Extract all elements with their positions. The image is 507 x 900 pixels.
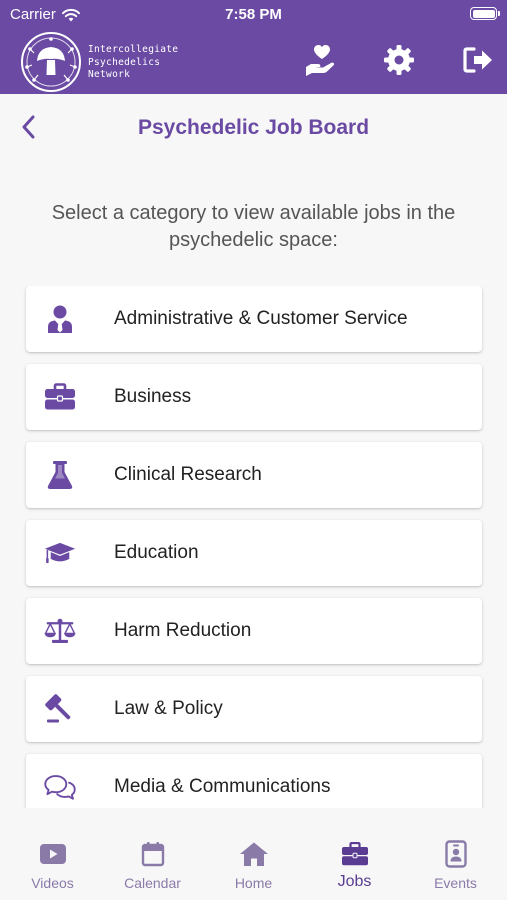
- home-icon: [203, 839, 304, 869]
- tab-bar: Videos Calendar Home Jobs Events: [0, 825, 507, 900]
- organization-line: Intercollegiate: [88, 44, 179, 55]
- category-harm-reduction[interactable]: Harm Reduction: [26, 598, 482, 664]
- tab-label: Events: [434, 875, 477, 891]
- category-label: Education: [114, 542, 199, 563]
- tab-label: Calendar: [124, 875, 181, 891]
- flask-icon: [44, 460, 76, 490]
- tab-label: Jobs: [337, 873, 372, 890]
- status-time: 7:58 PM: [225, 6, 282, 23]
- tab-home[interactable]: Home: [203, 839, 304, 891]
- page-title: Psychedelic Job Board: [137, 116, 370, 139]
- title-bar: Psychedelic Job Board: [0, 94, 507, 164]
- hand-holding-heart-icon: [306, 45, 335, 76]
- battery-icon: [470, 7, 500, 20]
- graduation-cap-icon: [44, 538, 76, 568]
- category-label: Business: [114, 386, 192, 407]
- calendar-icon: [102, 839, 203, 869]
- sign-out-icon: [463, 47, 492, 73]
- category-administrative-customer-service[interactable]: Administrative & Customer Service: [26, 286, 482, 352]
- user-tie-icon: [44, 304, 76, 334]
- app-header: Intercollegiate Psychedelics Network: [0, 30, 507, 94]
- category-label: Media & Communications: [114, 776, 331, 797]
- logout-button[interactable]: [458, 42, 498, 78]
- category-list[interactable]: Administrative & Customer Service Busine…: [0, 286, 507, 808]
- tab-videos[interactable]: Videos: [2, 839, 103, 891]
- category-label: Administrative & Customer Service: [114, 308, 408, 329]
- category-clinical-research[interactable]: Clinical Research: [26, 442, 482, 508]
- organization-line: Psychedelics: [88, 56, 161, 68]
- organization-name: Intercollegiate Psychedelics Network: [88, 44, 178, 82]
- tab-jobs[interactable]: Jobs: [304, 839, 405, 891]
- category-law-policy[interactable]: Law & Policy: [26, 676, 482, 742]
- organization-line: Network: [88, 69, 131, 80]
- category-label: Law & Policy: [114, 698, 223, 719]
- gear-icon: [384, 45, 414, 75]
- briefcase-icon: [304, 839, 405, 869]
- intro-text: Select a category to view available jobs…: [51, 202, 456, 251]
- id-badge-icon: [405, 839, 506, 869]
- briefcase-icon: [44, 382, 76, 412]
- comments-icon: [44, 772, 76, 802]
- settings-button[interactable]: [379, 42, 419, 78]
- balance-scale-icon: [44, 616, 76, 646]
- category-media-communications[interactable]: Media & Communications: [26, 754, 482, 808]
- gavel-icon: [44, 694, 76, 724]
- donate-button[interactable]: [302, 42, 342, 78]
- status-bar: Carrier 7:58 PM: [0, 0, 507, 30]
- category-business[interactable]: Business: [26, 364, 482, 430]
- network-logo[interactable]: [20, 31, 82, 93]
- tab-label: Videos: [31, 875, 74, 891]
- tab-label: Home: [234, 875, 273, 891]
- video-icon: [2, 839, 103, 869]
- category-label: Harm Reduction: [114, 620, 252, 641]
- category-label: Clinical Research: [114, 464, 262, 485]
- tab-calendar[interactable]: Calendar: [102, 839, 203, 891]
- tab-events[interactable]: Events: [405, 839, 506, 891]
- category-education[interactable]: Education: [26, 520, 482, 586]
